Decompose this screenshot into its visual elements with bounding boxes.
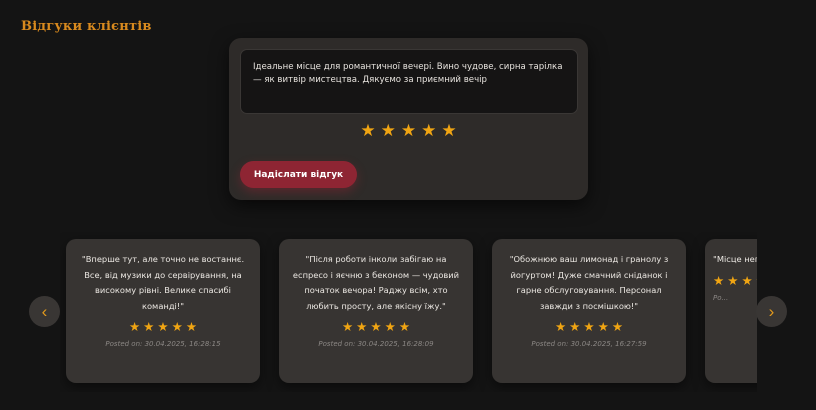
star-icon: ★ [341, 319, 354, 334]
star-icon: ★ [128, 319, 141, 334]
review-textarea[interactable] [240, 49, 578, 114]
star-icon: ★ [370, 319, 382, 334]
review-date: Posted on: 30.04.2025, 16:27:59 [531, 340, 647, 348]
star-icon: ★ [756, 274, 757, 287]
star-icon: ★ [583, 319, 595, 334]
review-card: "Вперше тут, але точно не востаннє. Все,… [66, 239, 260, 383]
review-date: Posted on: 30.04.2025, 16:28:15 [105, 340, 221, 348]
star-icon-1[interactable]: ★ [360, 122, 375, 140]
submit-review-button[interactable]: Надіслати відгук [240, 161, 357, 188]
star-icon: ★ [157, 319, 169, 334]
reviews-carousel: "Вперше тут, але точно не востаннє. Все,… [60, 232, 757, 392]
review-rating: ★★★★★ [500, 320, 678, 333]
review-text: "Після роботи інколи забігаю на еспресо … [292, 254, 460, 311]
star-icon: ★ [185, 319, 198, 334]
review-card: "Обожнюю ваш лимонад і гранолу з йогурто… [492, 239, 686, 383]
star-icon: ★ [741, 272, 753, 288]
carousel-next-button[interactable]: › [756, 296, 787, 327]
star-icon: ★ [384, 319, 396, 334]
star-icon: ★ [727, 272, 739, 288]
review-date: Po... [713, 293, 729, 302]
review-date: Posted on: 30.04.2025, 16:28:09 [318, 340, 434, 348]
star-icon: ★ [611, 319, 624, 334]
star-icon-4[interactable]: ★ [421, 122, 436, 140]
star-icon-2[interactable]: ★ [381, 122, 396, 140]
review-text: "Вперше тут, але точно не востаннє. Все,… [81, 254, 245, 311]
star-icon: ★ [597, 319, 609, 334]
review-card: "Місце неп... день. Стра... медом, ал...… [705, 239, 757, 383]
star-icon: ★ [143, 319, 155, 334]
star-icon-3[interactable]: ★ [401, 122, 416, 140]
review-card: "Після роботи інколи забігаю на еспресо … [279, 239, 473, 383]
section-title: Відгуки клієнтів [21, 19, 152, 34]
star-icon: ★ [713, 272, 725, 288]
star-icon: ★ [554, 319, 567, 334]
review-rating: ★★★★★ [713, 274, 757, 287]
star-icon: ★ [171, 319, 183, 334]
review-rating: ★★★★★ [287, 320, 465, 333]
star-icon: ★ [398, 319, 411, 334]
review-text: "Місце неп... день. Стра... медом, ал... [713, 254, 757, 264]
review-rating: ★★★★★ [74, 320, 252, 333]
carousel-prev-button[interactable]: ‹ [29, 296, 60, 327]
star-icon: ★ [356, 319, 368, 334]
review-form: ★ ★ ★ ★ ★ Надіслати відгук [229, 38, 588, 200]
review-text: "Обожнюю ваш лимонад і гранолу з йогурто… [509, 254, 669, 311]
rating-selector: ★ ★ ★ ★ ★ [229, 122, 588, 140]
star-icon-5[interactable]: ★ [441, 122, 456, 140]
star-icon: ★ [569, 319, 581, 334]
